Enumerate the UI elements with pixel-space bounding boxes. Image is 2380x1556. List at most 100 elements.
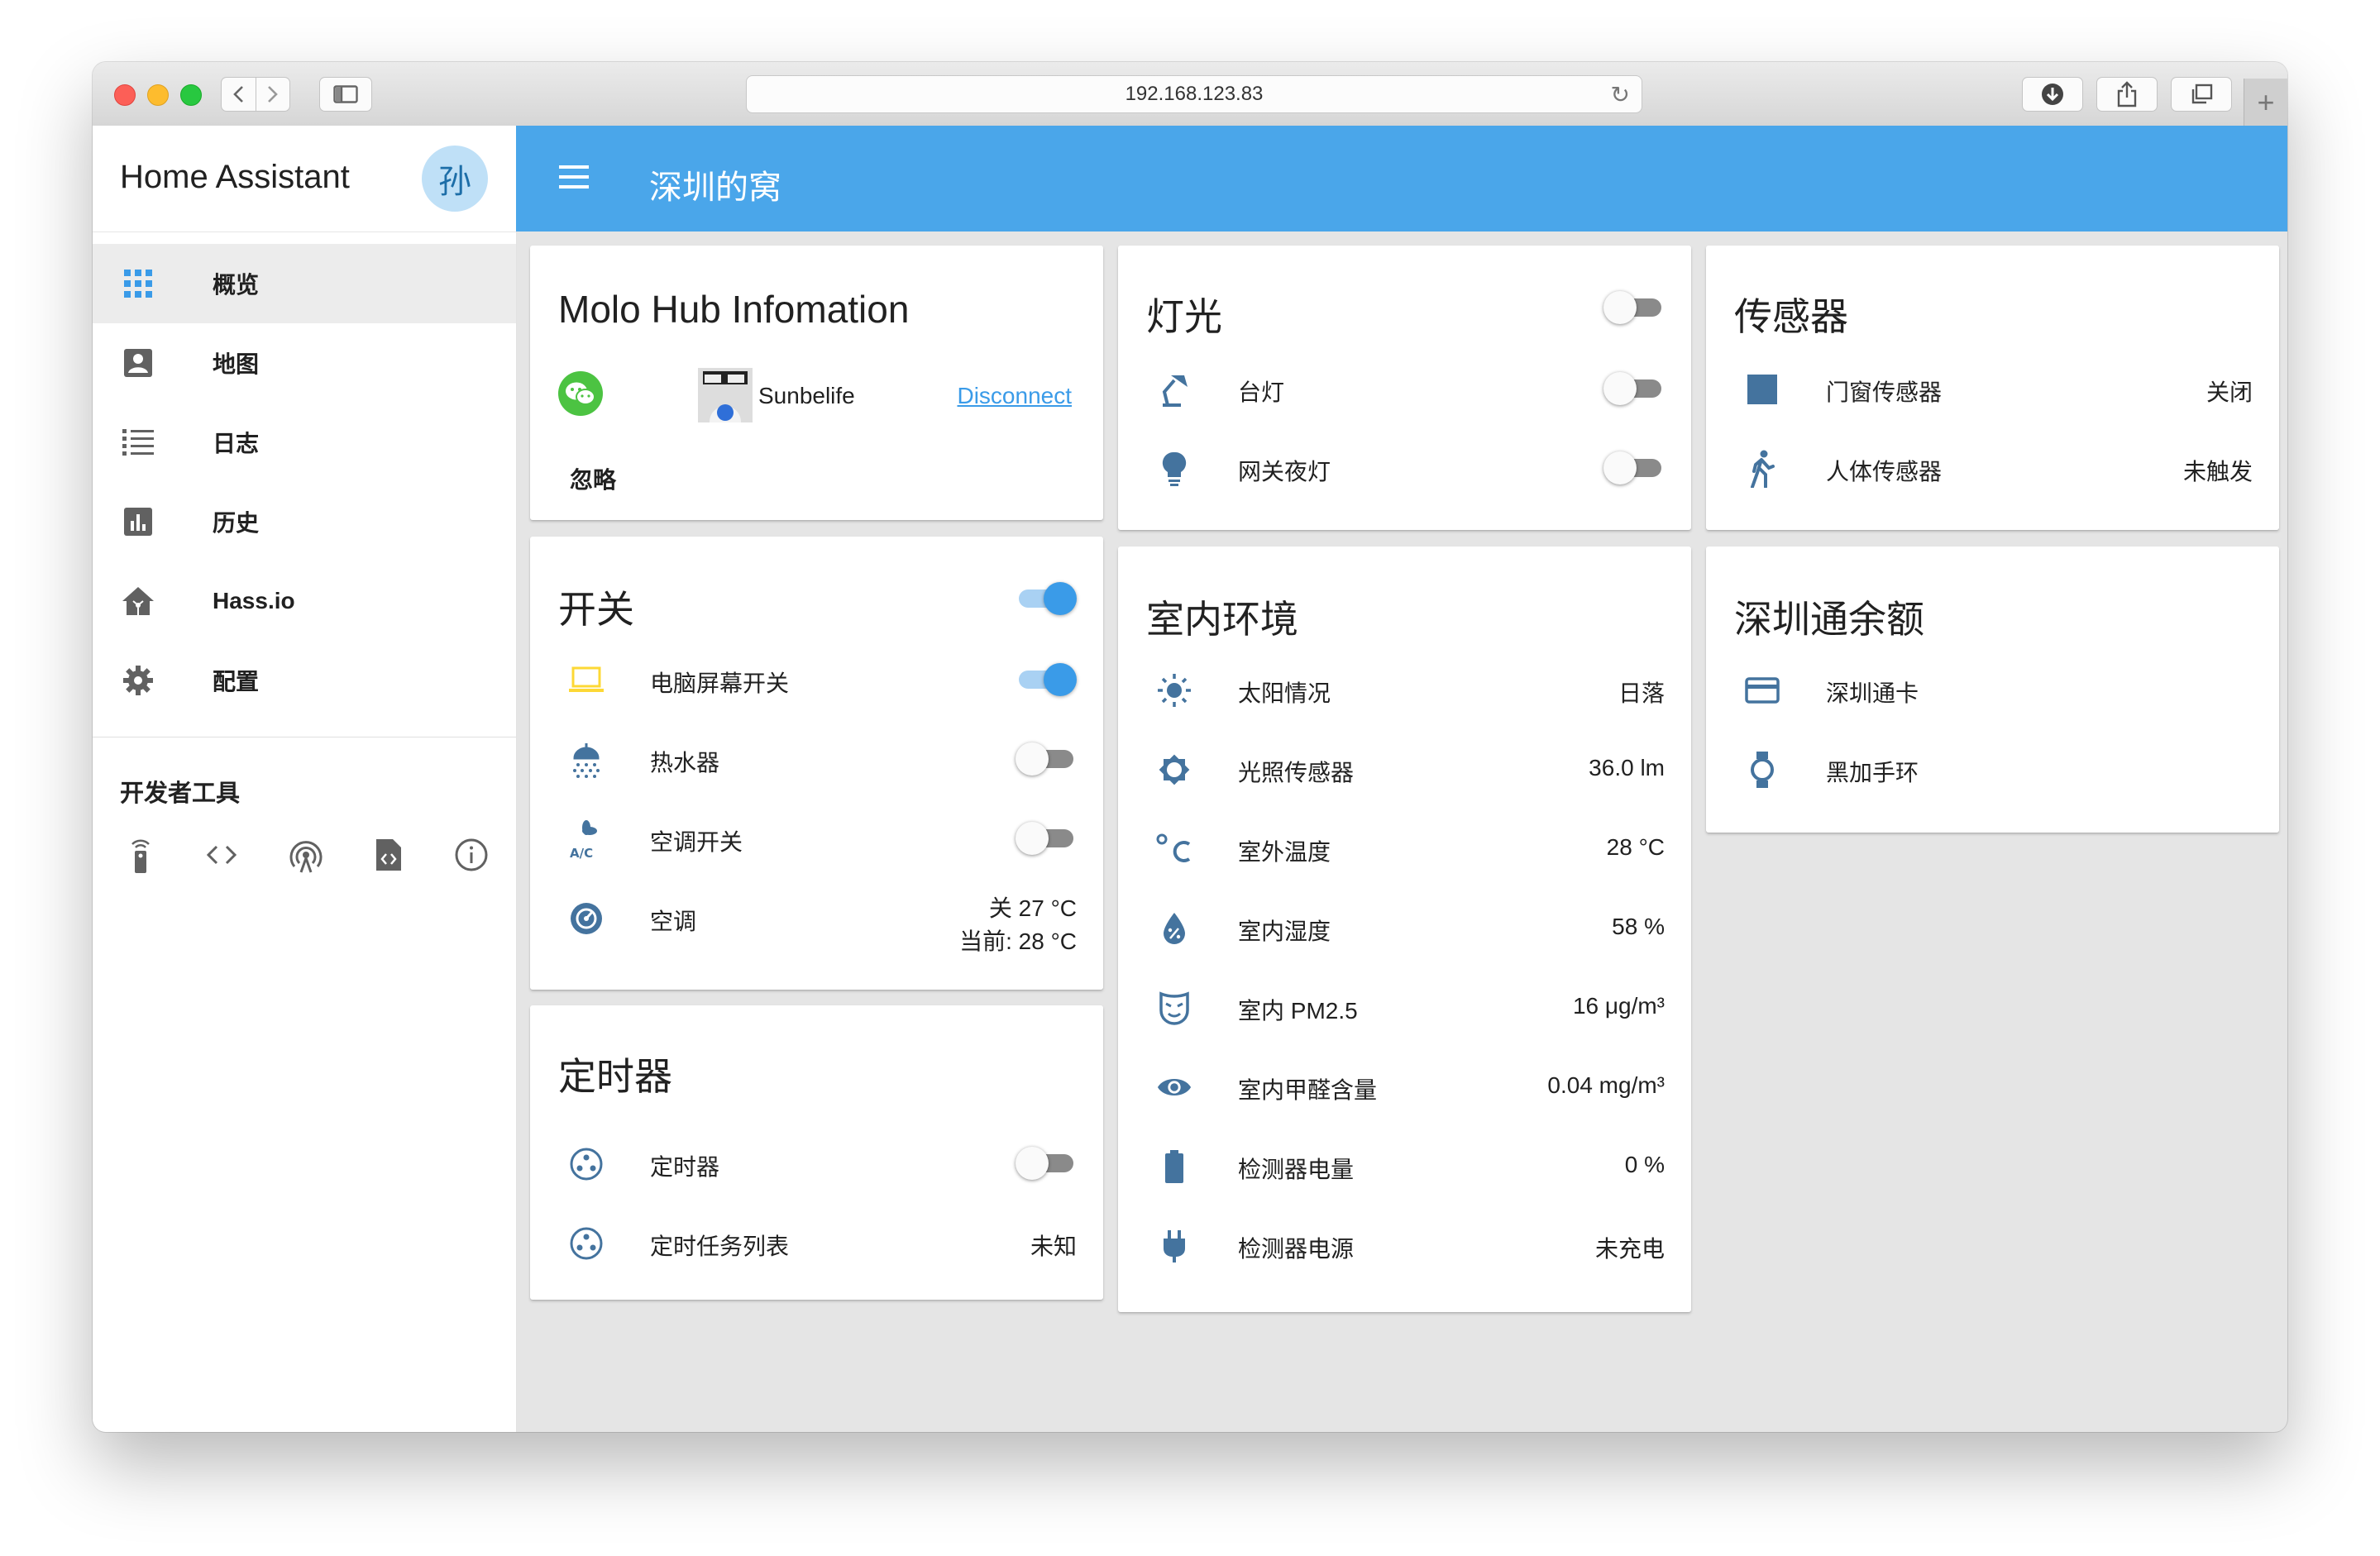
sidebar-item-map[interactable]: 地图	[93, 323, 516, 403]
zoom-window-button[interactable]	[180, 84, 202, 106]
card-title: 定时器	[558, 1055, 672, 1098]
ignore-button[interactable]: 忽略	[570, 462, 616, 495]
avatar[interactable]: 孙	[422, 146, 488, 212]
close-window-button[interactable]	[114, 84, 136, 106]
info-icon[interactable]	[452, 835, 491, 875]
minimize-window-button[interactable]	[147, 84, 169, 106]
sidebar-icon	[333, 85, 358, 103]
sidebar-item-history[interactable]: 历史	[93, 482, 516, 561]
view-grid-icon	[121, 266, 155, 301]
sensor-row[interactable]: 检测器电量 0 %	[1118, 1140, 1691, 1190]
reload-icon[interactable]: ↻	[1611, 81, 1630, 108]
square-icon	[1744, 371, 1780, 408]
download-icon	[2042, 84, 2063, 105]
molo-hub-card: Molo Hub Infomation Sunbelife Disconnect…	[530, 246, 1103, 520]
sidebar-toggle-button[interactable]	[319, 77, 372, 112]
row-label: 室内 PM2.5	[1238, 998, 1358, 1024]
row-label: 太阳情况	[1238, 680, 1331, 706]
sensor-row[interactable]: 门窗传感器 关闭	[1706, 363, 2279, 413]
new-tab-button[interactable]: +	[2244, 79, 2287, 126]
climate-row[interactable]: 空调 关 27 °C 当前: 28 °C	[530, 892, 1103, 954]
sidebar-item-logbook[interactable]: 日志	[93, 403, 516, 482]
card-title: 灯光	[1146, 295, 1222, 338]
row-label: 定时任务列表	[650, 1234, 790, 1259]
switch-row: 电脑屏幕开关	[530, 654, 1103, 704]
switches-group-toggle[interactable]	[1016, 580, 1077, 616]
shenzhen-tong-card: 深圳通余额 深圳通卡 黑加手环	[1706, 547, 2279, 833]
browser-toolbar: 192.168.123.83 ↻ +	[93, 62, 2287, 127]
eye-icon	[1156, 1069, 1192, 1105]
back-button[interactable]	[222, 78, 256, 111]
row-label: 深圳通卡	[1826, 680, 1919, 706]
forward-button[interactable]	[255, 78, 290, 111]
ac-switch-toggle[interactable]	[1016, 819, 1077, 856]
row-value: 未触发	[2182, 459, 2253, 484]
developer-tools-title: 开发者工具	[120, 780, 241, 807]
user-avatar	[698, 368, 753, 422]
row-label: 空调	[650, 909, 697, 934]
desk-lamp-toggle[interactable]	[1603, 370, 1665, 406]
sidebar-item-hassio[interactable]: Hass.io	[93, 561, 516, 641]
menu-icon[interactable]	[559, 165, 589, 193]
lights-group-toggle[interactable]	[1603, 289, 1665, 325]
card-title: 深圳通余额	[1734, 598, 1924, 641]
card-row[interactable]: 黑加手环	[1706, 743, 2279, 793]
laptop-icon	[568, 662, 605, 699]
disconnect-link[interactable]: Disconnect	[957, 383, 1072, 409]
row-label: 台灯	[1238, 379, 1285, 405]
chevron-right-icon	[267, 86, 278, 103]
shower-icon	[568, 742, 605, 778]
screen-switch-toggle[interactable]	[1016, 661, 1077, 697]
sidebar-item-config[interactable]: 配置	[93, 641, 516, 720]
timer-toggle[interactable]	[1016, 1144, 1077, 1181]
sensor-row[interactable]: 室内湿度 58 %	[1118, 902, 1691, 952]
chevron-left-icon	[233, 86, 244, 103]
sensor-row[interactable]: 人体传感器 未触发	[1706, 442, 2279, 492]
credit-card-icon	[1744, 672, 1780, 709]
row-label: 门窗传感器	[1826, 379, 1943, 405]
share-button[interactable]	[2096, 77, 2158, 112]
gateway-light-toggle[interactable]	[1603, 449, 1665, 485]
climate-target: 关 27 °C	[988, 895, 1077, 921]
remote-icon[interactable]	[121, 835, 160, 875]
sidebar-item-overview[interactable]: 概览	[93, 244, 516, 323]
sidebar: Home Assistant 孙 概览 地图 日志 历史 Hass.io 配置 …	[93, 126, 517, 1432]
row-value: 36.0 lm	[1589, 755, 1665, 780]
timer-card: 定时器 定时器 定时任务列表 未知	[530, 1005, 1103, 1300]
account-box-icon	[121, 346, 155, 380]
mask-icon	[1156, 990, 1192, 1026]
sensor-row[interactable]: 室外温度 28 °C	[1118, 823, 1691, 872]
brightness-icon	[1156, 752, 1192, 788]
row-label: 室外温度	[1238, 839, 1331, 865]
code-brackets-icon[interactable]	[202, 835, 241, 875]
sensor-row[interactable]: 检测器电源 未充电	[1118, 1220, 1691, 1269]
row-label: 光照传感器	[1238, 760, 1355, 785]
antenna-icon[interactable]	[286, 835, 326, 875]
row-value: 未知	[1030, 1234, 1077, 1259]
tabs-overview-button[interactable]	[2171, 77, 2232, 112]
sensor-row[interactable]: 光照传感器 36.0 lm	[1118, 743, 1691, 793]
switches-card: 开关 电脑屏幕开关 热水器 A/C 空调开关 空调 关 27 °C 当前: 28…	[530, 537, 1103, 990]
row-label: 电脑屏幕开关	[650, 671, 790, 696]
row-label: 检测器电量	[1238, 1157, 1355, 1182]
browser-window: 192.168.123.83 ↻ + Home Assistant 孙 概览 地…	[93, 62, 2287, 1432]
sensor-row[interactable]: 室内 PM2.5 16 μg/m³	[1118, 981, 1691, 1031]
row-value: 0 %	[1624, 1152, 1665, 1177]
sensor-row[interactable]: 室内甲醛含量 0.04 mg/m³	[1118, 1061, 1691, 1110]
sidebar-item-label: 历史	[213, 510, 260, 536]
water-heater-toggle[interactable]	[1016, 740, 1077, 776]
app-header: 深圳的窝	[516, 126, 2287, 231]
light-row: 台灯	[1118, 363, 1691, 413]
sensor-row[interactable]: 太阳情况 日落	[1118, 664, 1691, 714]
url-text: 192.168.123.83	[1125, 83, 1264, 105]
sidebar-item-label: 概览	[213, 272, 260, 298]
row-value: 关闭	[2206, 379, 2253, 405]
address-bar[interactable]: 192.168.123.83 ↻	[746, 75, 1642, 113]
card-row[interactable]: 深圳通卡	[1706, 664, 2279, 714]
file-code-icon[interactable]	[369, 835, 409, 875]
battery-icon	[1156, 1148, 1192, 1185]
walk-icon	[1744, 450, 1780, 488]
light-row: 网关夜灯	[1118, 442, 1691, 492]
downloads-button[interactable]	[2022, 77, 2083, 112]
sidebar-header: Home Assistant 孙	[93, 126, 516, 232]
